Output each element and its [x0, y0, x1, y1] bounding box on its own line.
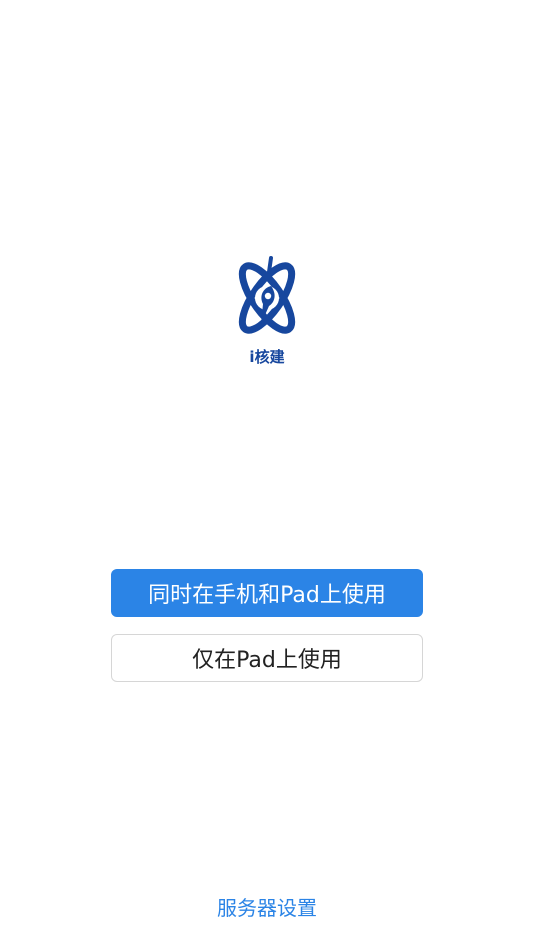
server-settings-link[interactable]: 服务器设置 — [0, 893, 534, 923]
atom-logo-icon — [238, 256, 296, 334]
logo-text: i核建 — [249, 348, 285, 366]
app-logo: i核建 — [0, 252, 534, 366]
use-on-pad-only-button[interactable]: 仅在Pad上使用 — [111, 634, 423, 682]
use-on-phone-and-pad-button[interactable]: 同时在手机和Pad上使用 — [111, 569, 423, 617]
